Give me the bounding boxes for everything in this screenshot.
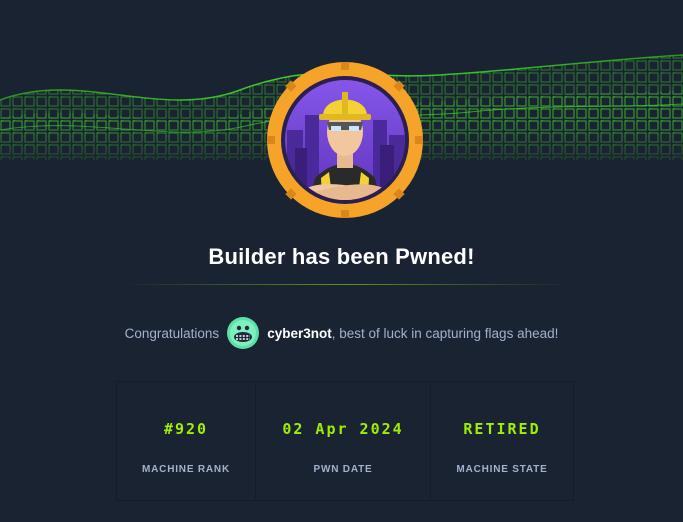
machine-rank-label: MACHINE RANK — [142, 464, 230, 475]
title-divider — [123, 284, 570, 285]
machine-state-label: MACHINE STATE — [456, 464, 548, 475]
stat-machine-rank: #920 MACHINE RANK — [117, 382, 256, 500]
machine-state-value: RETIRED — [463, 420, 541, 438]
username-link[interactable]: cyber3not — [267, 326, 332, 341]
stat-machine-state: RETIRED MACHINE STATE — [431, 382, 573, 500]
stat-pwn-date: 02 Apr 2024 PWN DATE — [256, 382, 431, 500]
congrats-message: Congratulations cyber3not , best of luck… — [0, 316, 683, 350]
congrats-prefix: Congratulations — [124, 325, 220, 341]
user-avatar-icon[interactable] — [227, 317, 260, 349]
pwn-date-value: 02 Apr 2024 — [282, 420, 404, 438]
stats-panel: #920 MACHINE RANK 02 Apr 2024 PWN DATE R… — [116, 381, 574, 501]
pwn-date-label: PWN DATE — [313, 464, 373, 475]
page-title: Builder has been Pwned! — [208, 244, 475, 269]
machine-avatar-icon — [267, 62, 423, 218]
machine-rank-value: #920 — [163, 420, 209, 438]
congrats-suffix: , best of luck in capturing flags ahead! — [331, 325, 559, 341]
